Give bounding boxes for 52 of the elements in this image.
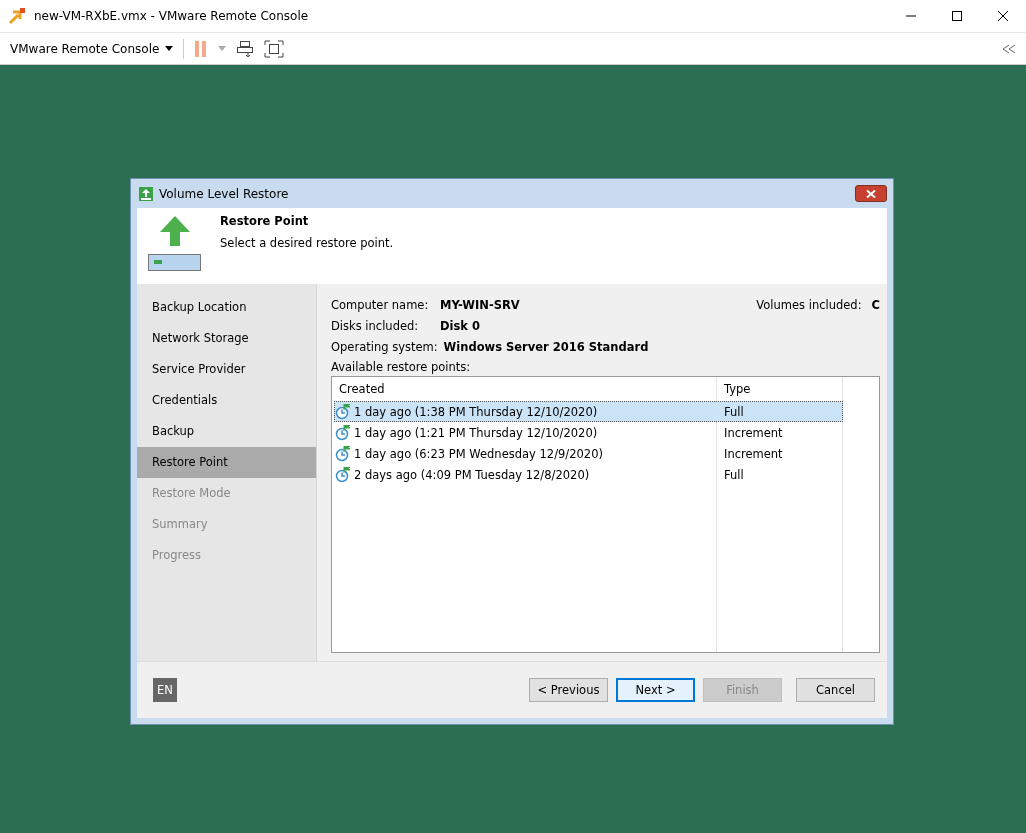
list-label: Available restore points:	[331, 358, 472, 376]
step-item[interactable]: Backup Location	[137, 292, 316, 323]
close-icon	[866, 189, 876, 198]
created-cell: 1 day ago (1:38 PM Thursday 12/10/2020)	[354, 404, 598, 419]
step-title: Restore Point	[220, 214, 310, 228]
created-cell: 1 day ago (6:23 PM Wednesday 12/9/2020)	[354, 446, 603, 461]
dialog-title: Volume Level Restore	[159, 186, 289, 201]
table-row[interactable]: 1 day ago (1:38 PM Thursday 12/10/2020) Full	[334, 401, 843, 422]
step-item[interactable]: Network Storage	[137, 323, 316, 354]
app-logo-icon	[8, 7, 26, 25]
type-cell-text: Full	[723, 467, 745, 482]
info-value: C	[871, 297, 880, 312]
restore-point-icon	[335, 403, 351, 420]
wizard-button[interactable]: Next >	[616, 678, 695, 702]
info-value: MY-WIN-SRV	[440, 297, 520, 312]
window-title: new-VM-RXbE.vmx - VMware Remote Console	[34, 9, 309, 23]
restore-point-icon	[335, 424, 351, 441]
step-item[interactable]: Credentials	[137, 385, 316, 416]
fullscreen-icon[interactable]	[264, 39, 285, 58]
info-label: Computer name:	[331, 297, 430, 312]
created-cell: 2 days ago (4:09 PM Tuesday 12/8/2020)	[354, 467, 590, 482]
created-cell: 1 day ago (1:21 PM Thursday 12/10/2020)	[354, 425, 598, 440]
info-value: Disk 0	[440, 318, 480, 333]
caret-icon[interactable]	[218, 46, 227, 51]
type-cell-text: Full	[723, 404, 745, 419]
step-item[interactable]: Backup	[137, 416, 316, 447]
step-item[interactable]: Service Provider	[137, 354, 316, 385]
console-menu-button[interactable]: VMware Remote Console	[10, 41, 174, 56]
step-item[interactable]: Restore Point	[137, 447, 316, 478]
table-row[interactable]: 1 day ago (6:23 PM Wednesday 12/9/2020) Increment	[334, 443, 843, 464]
restore-point-icon	[335, 466, 351, 483]
table-row[interactable]: 1 day ago (1:21 PM Thursday 12/10/2020) Increment	[334, 422, 843, 443]
send-keys-icon[interactable]	[236, 39, 255, 58]
info-label: Operating system:	[331, 339, 439, 354]
close-button[interactable]	[855, 185, 887, 202]
table-row[interactable]: 2 days ago (4:09 PM Tuesday 12/8/2020) Full	[334, 464, 843, 485]
info-value: Windows Server 2016 Standard	[443, 339, 649, 354]
collapse-icon[interactable]	[1002, 43, 1016, 54]
step-description: Select a desired restore point.	[220, 236, 394, 250]
restore-icon	[139, 186, 153, 201]
info-label: Disks included:	[331, 318, 420, 333]
info-label: Volumes included:	[756, 297, 862, 312]
restore-arrow-drawing	[148, 216, 202, 272]
restore-point-icon	[335, 445, 351, 462]
wizard-button[interactable]: < Previous	[529, 678, 608, 702]
type-cell-text: Increment	[723, 425, 784, 440]
type-cell-text: Increment	[723, 446, 784, 461]
wizard-button[interactable]: Cancel	[796, 678, 875, 702]
caret-icon	[165, 46, 174, 51]
close-icon	[997, 10, 1009, 22]
maximize-icon	[951, 10, 963, 22]
language-badge: EN	[153, 678, 177, 702]
